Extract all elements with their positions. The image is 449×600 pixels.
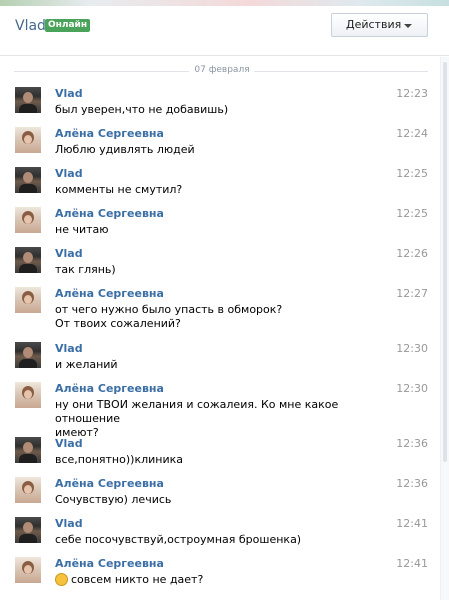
avatar[interactable] (15, 127, 41, 153)
avatar[interactable] (15, 342, 41, 368)
scrollbar-thumb[interactable] (443, 62, 447, 462)
message-text: комменты не смутил? (55, 183, 183, 196)
message-time[interactable]: 12:26 (396, 247, 428, 260)
date-separator: 07 февраля (0, 65, 440, 77)
message-time[interactable]: 12:25 (396, 167, 428, 180)
message-text: и желаний (55, 358, 118, 371)
message-text: ну они ТВОИ желания и сожалеия. Ко мне к… (55, 398, 339, 439)
actions-dropdown-button[interactable]: Действия (331, 13, 428, 37)
online-status-badge: Онлайн (45, 19, 91, 32)
scrollbar[interactable] (440, 57, 449, 600)
smile-icon (55, 573, 68, 586)
avatar[interactable] (15, 382, 41, 408)
avatar[interactable] (15, 557, 41, 583)
message-text: все,понятно))клиника (55, 453, 183, 466)
message-author[interactable]: Алёна Сергеевна (55, 477, 164, 490)
message-author[interactable]: Vlad (55, 167, 83, 180)
message-time[interactable]: 12:27 (396, 287, 428, 300)
message-text: себе посочувствуй,остроумная брошенка) (55, 533, 302, 546)
message-author[interactable]: Алёна Сергеевна (55, 127, 164, 140)
message-time[interactable]: 12:36 (396, 477, 428, 490)
message-text-row: совсем никто не дает? (55, 573, 355, 587)
message-text: совсем никто не дает? (71, 573, 204, 586)
message-text: не читаю (55, 223, 109, 236)
message-text: так глянь) (55, 263, 116, 276)
actions-label: Действия (346, 18, 402, 31)
message-time[interactable]: 12:41 (396, 557, 428, 570)
message-time[interactable]: 12:25 (396, 207, 428, 220)
partner-name[interactable]: Vlad (15, 18, 46, 34)
avatar[interactable] (15, 287, 41, 313)
avatar[interactable] (15, 477, 41, 503)
message-author[interactable]: Vlad (55, 247, 83, 260)
message-author[interactable]: Алёна Сергеевна (55, 207, 164, 220)
avatar[interactable] (15, 87, 41, 113)
avatar[interactable] (15, 247, 41, 273)
message-author[interactable]: Vlad (55, 437, 83, 450)
divider (14, 71, 189, 72)
message-time[interactable]: 12:41 (396, 517, 428, 530)
chat-header: Vlad Онлайн Действия (0, 6, 449, 56)
chevron-down-icon (404, 24, 412, 28)
divider (254, 71, 428, 72)
message-text: от чего нужно было упасть в обморок? От … (55, 303, 283, 330)
message-text: был уверен,что не добавишь) (55, 103, 229, 116)
message-author[interactable]: Vlad (55, 517, 83, 530)
message-text: Люблю удивлять людей (55, 143, 195, 156)
message-author[interactable]: Алёна Сергеевна (55, 287, 164, 300)
message-author[interactable]: Алёна Сергеевна (55, 557, 164, 570)
message-time[interactable]: 12:30 (396, 382, 428, 395)
message-time[interactable]: 12:30 (396, 342, 428, 355)
avatar[interactable] (15, 167, 41, 193)
message-author[interactable]: Алёна Сергеевна (55, 382, 164, 395)
avatar[interactable] (15, 437, 41, 463)
avatar[interactable] (15, 517, 41, 543)
date-label: 07 февраля (194, 65, 250, 75)
message-time[interactable]: 12:36 (396, 437, 428, 450)
message-time[interactable]: 12:23 (396, 87, 428, 100)
message-text: Сочувствую) лечись (55, 493, 172, 506)
message-history: 07 февраля Vlad 12:23 был уверен,что не … (0, 57, 440, 600)
message-time[interactable]: 12:24 (396, 127, 428, 140)
message-author[interactable]: Vlad (55, 342, 83, 355)
avatar[interactable] (15, 207, 41, 233)
message-author[interactable]: Vlad (55, 87, 83, 100)
